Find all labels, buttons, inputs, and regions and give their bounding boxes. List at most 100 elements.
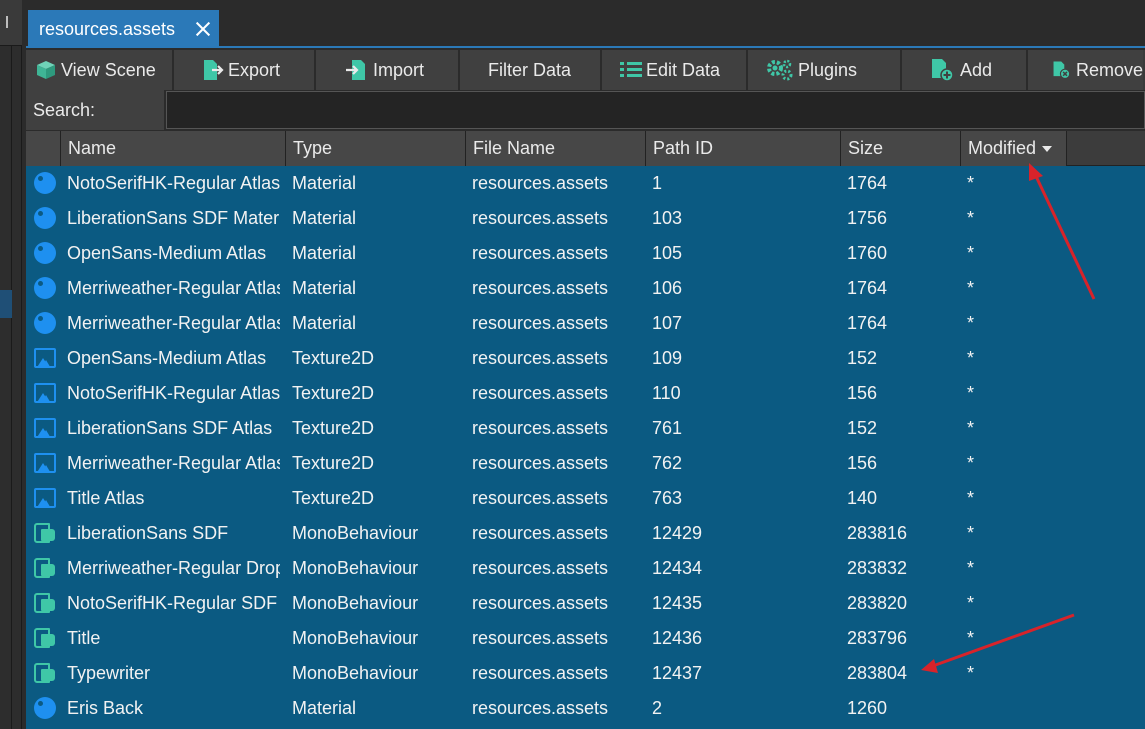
cell-file-name: resources.assets [472, 278, 609, 298]
texture-icon [34, 488, 56, 508]
material-icon [34, 242, 56, 264]
filter-data-button[interactable]: Filter Data [460, 50, 602, 90]
search-input[interactable] [166, 91, 1145, 129]
export-button[interactable]: Export [174, 50, 316, 90]
cell-name: Title [67, 628, 101, 648]
column-header-modified[interactable]: Modified [961, 131, 1067, 166]
cell-file-name: resources.assets [472, 628, 609, 648]
table-row[interactable]: Merriweather-Regular Atlas Material resour… [26, 306, 1145, 341]
row-icon-cell [34, 341, 58, 376]
plugins-button[interactable]: Plugins [748, 50, 902, 90]
material-icon [34, 312, 56, 334]
cell-size: 152 [847, 348, 878, 368]
column-header-type[interactable]: Type [286, 131, 466, 166]
column-header-file-name-label: File Name [473, 138, 556, 158]
column-header-type-label: Type [293, 138, 333, 158]
cell-modified: * [967, 453, 975, 473]
table-row[interactable]: LiberationSans SDF Atlas Texture2D resourc… [26, 411, 1145, 446]
cell-type: MonoBehaviour [292, 628, 419, 648]
cell-modified: * [967, 383, 975, 403]
cell-modified: * [967, 523, 975, 543]
table-row[interactable]: LiberationSans SDF MonoBehaviour resources… [26, 516, 1145, 551]
tab-resources-assets[interactable]: resources.assets [28, 10, 219, 48]
cell-type: Texture2D [292, 348, 375, 368]
cell-name: Typewriter [67, 663, 151, 683]
cell-type: Texture2D [292, 383, 375, 403]
cell-size: 156 [847, 383, 878, 403]
table-row[interactable]: OpenSans-Medium Atlas Material resources.a… [26, 236, 1145, 271]
texture-icon [34, 348, 56, 368]
cell-name: Merriweather-Regular Atlas [67, 313, 280, 333]
row-icon-cell [34, 691, 58, 726]
row-icon-cell [34, 621, 58, 656]
close-icon[interactable] [193, 19, 213, 39]
cell-path-id: 761 [652, 418, 683, 438]
export-icon [204, 60, 224, 80]
row-icon-cell [34, 586, 58, 621]
table-row[interactable]: Title MonoBehaviour resources.assets 12436 2… [26, 621, 1145, 656]
column-header-size[interactable]: Size [841, 131, 961, 166]
export-label: Export [228, 59, 281, 80]
cell-path-id: 12435 [652, 593, 703, 613]
material-icon [34, 172, 56, 194]
add-button[interactable]: Add [902, 50, 1028, 90]
cell-type: MonoBehaviour [292, 593, 419, 613]
cell-size: 283804 [847, 663, 908, 683]
cell-path-id: 110 [652, 383, 681, 403]
row-icon-cell [34, 376, 58, 411]
material-icon [34, 697, 56, 719]
table-row[interactable]: NotoSerifHK-Regular Atlas Texture2D resour… [26, 376, 1145, 411]
column-header-file-name[interactable]: File Name [466, 131, 646, 166]
cell-size: 283796 [847, 628, 908, 648]
filter-data-label: Filter Data [488, 59, 572, 80]
cell-size: 1760 [847, 243, 888, 263]
plugins-label: Plugins [798, 59, 858, 80]
cell-name: Merriweather-Regular Atlas [67, 453, 280, 473]
table-row[interactable]: OpenSans-Medium Atlas Texture2D resources.… [26, 341, 1145, 376]
cell-file-name: resources.assets [472, 453, 609, 473]
table-row[interactable]: Merriweather-Regular Atlas Material resour… [26, 271, 1145, 306]
header-icon-column[interactable] [26, 131, 61, 166]
cell-name: Merriweather-Regular Atlas [67, 278, 280, 298]
cell-file-name: resources.assets [472, 663, 609, 683]
search-row: Search: [26, 90, 1145, 130]
cell-type: MonoBehaviour [292, 523, 419, 543]
cell-size: 1764 [847, 173, 888, 193]
table-row[interactable]: NotoSerifHK-Regular SDF MonoBehaviour reso… [26, 586, 1145, 621]
column-header-name-label: Name [68, 138, 117, 158]
row-icon-cell [34, 306, 58, 341]
table-row[interactable]: Typewriter MonoBehaviour resources.assets 1… [26, 656, 1145, 691]
cube-icon [37, 61, 55, 79]
cell-file-name: resources.assets [472, 208, 609, 228]
cell-type: MonoBehaviour [292, 558, 419, 578]
texture-icon [34, 453, 56, 473]
script-icon [34, 558, 56, 578]
table-row[interactable]: Title Atlas Texture2D resources.assets 763 1… [26, 481, 1145, 516]
table-row[interactable]: Merriweather-Regular Atlas Texture2D resou… [26, 446, 1145, 481]
table-row[interactable]: Merriweather-Regular Drop MonoBehaviour re… [26, 551, 1145, 586]
column-header-path-id[interactable]: Path ID [646, 131, 841, 166]
cell-file-name: resources.assets [472, 593, 609, 613]
cell-path-id: 763 [652, 488, 683, 508]
row-icon-cell [34, 166, 58, 201]
cell-name: OpenSans-Medium Atlas [67, 243, 267, 263]
cell-size: 1260 [847, 698, 888, 718]
table-row[interactable]: Eris Back Material resources.assets 2 1260 [26, 691, 1145, 726]
cell-modified: * [967, 208, 975, 228]
left-panel-selection[interactable] [0, 290, 12, 318]
remove-button[interactable]: Remove [1028, 50, 1143, 90]
cell-modified: * [967, 243, 975, 263]
cell-file-name: resources.assets [472, 523, 609, 543]
sort-descending-icon [1042, 146, 1053, 153]
view-scene-button[interactable]: View Scene [26, 50, 174, 90]
tab-label: resources.assets [39, 18, 176, 39]
column-header-name[interactable]: Name [61, 131, 286, 166]
cell-type: Material [292, 208, 357, 228]
table-row[interactable]: NotoSerifHK-Regular Atlas Material resourc… [26, 166, 1145, 201]
edit-data-button[interactable]: Edit Data [602, 50, 748, 90]
cell-path-id: 2 [652, 698, 663, 718]
cell-modified [967, 691, 1067, 726]
table-row[interactable]: LiberationSans SDF Material Material resou… [26, 201, 1145, 236]
import-button[interactable]: Import [316, 50, 460, 90]
cell-name: Eris Back [67, 698, 144, 718]
